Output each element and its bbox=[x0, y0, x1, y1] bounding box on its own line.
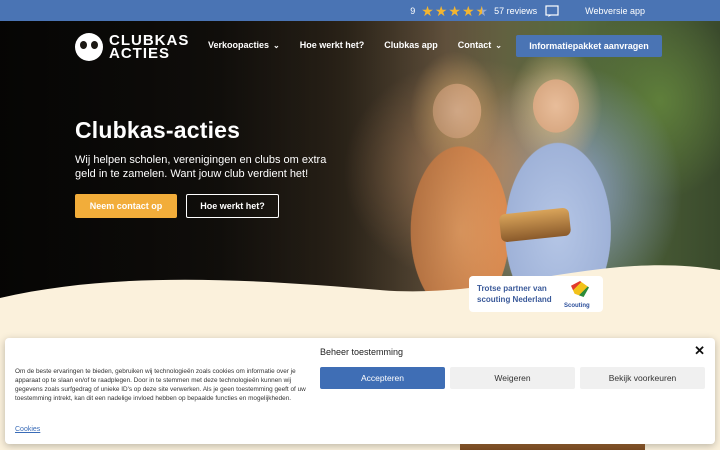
hero-subtitle: Wij helpen scholen, verenigingen en club… bbox=[75, 154, 327, 180]
request-info-button[interactable]: Informatiepakket aanvragen bbox=[516, 35, 662, 57]
nav-menu: Verkoopacties ⌄ Hoe werkt het? Clubkas a… bbox=[208, 40, 502, 50]
view-preferences-button[interactable]: Bekijk voorkeuren bbox=[580, 367, 705, 389]
rating-stars: ★ ★ ★ ★ ★ bbox=[421, 4, 488, 18]
chevron-down-icon: ⌄ bbox=[273, 40, 280, 50]
reviews-platform-icon[interactable] bbox=[545, 4, 559, 17]
cookie-title: Beheer toestemming bbox=[320, 347, 404, 357]
hero-title: Clubkas-acties bbox=[75, 117, 241, 143]
contact-button[interactable]: Neem contact op bbox=[75, 194, 177, 218]
scouting-logo-label: Scouting bbox=[564, 303, 590, 309]
scouting-partner-badge[interactable]: Trotse partner van scouting Nederland Sc… bbox=[469, 276, 603, 312]
half-star-icon: ★ bbox=[475, 2, 489, 19]
close-icon[interactable]: ✕ bbox=[694, 344, 705, 358]
webapp-link[interactable]: Webversie app bbox=[585, 6, 645, 16]
nav-item-hoe-werkt-het[interactable]: Hoe werkt het? bbox=[300, 40, 365, 50]
nav-item-verkoopacties[interactable]: Verkoopacties ⌄ bbox=[208, 40, 280, 50]
site-logo[interactable]: CLUBKAS ACTIES bbox=[75, 33, 189, 61]
scouting-logo-icon: Scouting bbox=[563, 279, 599, 309]
partner-text: Trotse partner van scouting Nederland bbox=[477, 284, 552, 304]
star-icon: ★ bbox=[448, 2, 461, 19]
nav-item-clubkas-app[interactable]: Clubkas app bbox=[384, 40, 438, 50]
top-bar: 9 ★ ★ ★ ★ ★ 57 reviews Webversie app bbox=[0, 0, 720, 21]
reviews-link[interactable]: 57 reviews bbox=[494, 6, 537, 16]
deny-button[interactable]: Weigeren bbox=[450, 367, 575, 389]
star-icon: ★ bbox=[434, 2, 448, 19]
hero-wave-divider bbox=[0, 265, 720, 340]
how-it-works-button[interactable]: Hoe werkt het? bbox=[186, 194, 279, 218]
main-navigation: CLUBKAS ACTIES Verkoopacties ⌄ Hoe werkt… bbox=[0, 21, 720, 71]
accept-button[interactable]: Accepteren bbox=[320, 367, 445, 389]
nav-item-contact[interactable]: Contact ⌄ bbox=[458, 40, 502, 50]
cookie-consent-panel: Beheer toestemming ✕ Om de beste ervarin… bbox=[5, 338, 715, 444]
star-icon: ★ bbox=[421, 2, 434, 19]
chevron-down-icon: ⌄ bbox=[495, 40, 502, 50]
star-icon: ★ bbox=[461, 2, 475, 19]
logo-face-icon bbox=[75, 33, 103, 61]
rating-score: 9 bbox=[410, 5, 416, 16]
cookies-link[interactable]: Cookies bbox=[15, 426, 40, 433]
cookie-description: Om de beste ervaringen te bieden, gebrui… bbox=[15, 368, 306, 402]
